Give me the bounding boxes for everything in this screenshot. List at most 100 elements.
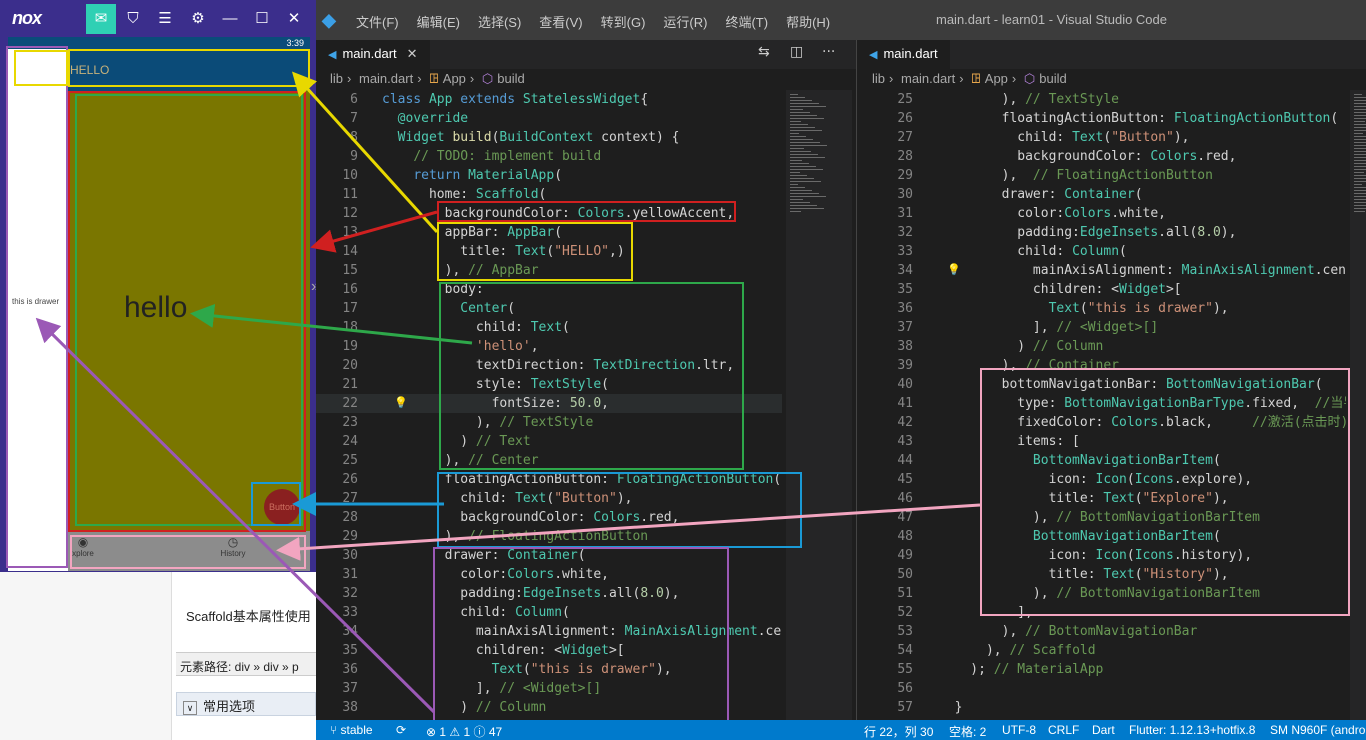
minimap-line: [1354, 109, 1366, 110]
indent-status[interactable]: 空格: 2: [949, 723, 986, 740]
code-text: }: [939, 700, 963, 715]
menu-go[interactable]: 转到(G): [601, 12, 646, 31]
line-number: 36: [342, 662, 358, 677]
line-number: 29: [342, 529, 358, 544]
common-options-bar[interactable]: ∨ 常用选项: [176, 692, 316, 716]
breadcrumb-class[interactable]: App: [443, 71, 466, 86]
menu-selection[interactable]: 选择(S): [478, 12, 521, 31]
tab-label: main.dart: [342, 46, 397, 61]
line-number: 11: [342, 187, 358, 202]
line-number: 26: [897, 111, 913, 126]
lightbulb-icon[interactable]: 💡: [947, 263, 961, 276]
code-line[interactable]: 34 mainAxisAlignment: MainAxisAlignment.…: [857, 261, 1346, 280]
tab-label: main.dart: [883, 46, 938, 61]
language-status[interactable]: Dart: [1092, 723, 1115, 737]
compare-icon[interactable]: ⇆: [758, 44, 770, 60]
problems-status[interactable]: ⊗ 1 ⚠ 1 ⓘ 47: [426, 723, 502, 740]
minimap-line: [790, 154, 818, 155]
menu-icon[interactable]: ☰: [150, 4, 180, 34]
mail-icon[interactable]: ✉: [86, 4, 116, 34]
gear-icon[interactable]: ⚙: [183, 4, 213, 34]
flutter-version-status[interactable]: Flutter: 1.12.13+hotfix.8: [1129, 723, 1255, 737]
sync-icon[interactable]: ⟳: [396, 723, 406, 737]
code-text: ); // MaterialApp: [939, 662, 1104, 677]
left-minimap[interactable]: [786, 90, 852, 720]
breadcrumb-class[interactable]: App: [985, 71, 1008, 86]
code-line[interactable]: 37 ], // <Widget>[]: [857, 318, 1346, 337]
minimap-line: [790, 163, 809, 164]
code-box-fab: [437, 472, 802, 548]
minimap-line: [1354, 187, 1366, 188]
minimap-line: [1354, 154, 1366, 155]
code-line[interactable]: 56: [857, 679, 1346, 698]
code-line[interactable]: 55 ); // MaterialApp: [857, 660, 1346, 679]
minimap-line: [1354, 94, 1362, 95]
branch-status[interactable]: ⑂ stable: [330, 723, 373, 737]
breadcrumb-method[interactable]: build: [1039, 71, 1066, 86]
menu-edit[interactable]: 编辑(E): [417, 12, 460, 31]
code-line[interactable]: 25 ), // TextStyle: [857, 90, 1346, 109]
restore-icon[interactable]: ☐: [247, 4, 277, 34]
menu-run[interactable]: 运行(R): [663, 12, 707, 31]
menu-view[interactable]: 查看(V): [539, 12, 582, 31]
code-text: backgroundColor: Colors.red,: [939, 149, 1237, 164]
code-line[interactable]: 35 children: <Widget>[: [857, 280, 1346, 299]
tab-main-dart-left[interactable]: ◀ main.dart ✕: [316, 40, 430, 69]
minimap-line: [790, 199, 803, 200]
code-line[interactable]: 53 ), // BottomNavigationBar: [857, 622, 1346, 641]
code-line[interactable]: 30 drawer: Container(: [857, 185, 1346, 204]
menu-terminal[interactable]: 终端(T): [725, 12, 768, 31]
code-line[interactable]: 54 ), // Scaffold: [857, 641, 1346, 660]
code-line[interactable]: 57 }: [857, 698, 1346, 717]
code-line[interactable]: 36 Text("this is drawer"),: [857, 299, 1346, 318]
code-line[interactable]: 32 padding:EdgeInsets.all(8.0),: [857, 223, 1346, 242]
close-icon[interactable]: ✕: [279, 4, 309, 34]
code-line[interactable]: 7 @override: [316, 109, 782, 128]
line-number: 42: [897, 415, 913, 430]
breadcrumb-file[interactable]: main.dart: [901, 71, 955, 86]
right-minimap[interactable]: [1350, 90, 1366, 720]
menu-help[interactable]: 帮助(H): [786, 12, 830, 31]
breadcrumb-method[interactable]: build: [497, 71, 524, 86]
code-line[interactable]: 9 // TODO: implement build: [316, 147, 782, 166]
chevron-down-icon[interactable]: ∨: [183, 700, 197, 715]
split-editor-icon[interactable]: ◫: [790, 44, 803, 60]
appbar-highlight-box: [68, 49, 310, 87]
menu-file[interactable]: 文件(F): [356, 12, 399, 31]
shirt-icon[interactable]: ⛉: [118, 4, 148, 34]
code-text: class App extends StatelessWidget{: [382, 92, 649, 107]
line-number: 27: [897, 130, 913, 145]
minimap-line: [1354, 142, 1366, 143]
more-actions-icon[interactable]: ···: [822, 44, 835, 60]
encoding-status[interactable]: UTF-8: [1002, 723, 1036, 737]
minimize-icon[interactable]: —: [215, 4, 245, 34]
minimap-line: [790, 190, 812, 191]
code-line[interactable]: 10 return MaterialApp(: [316, 166, 782, 185]
cursor-position[interactable]: 行 22，列 30: [864, 723, 933, 740]
minimap-line: [790, 187, 805, 188]
tab-main-dart-right[interactable]: ◀ main.dart: [857, 40, 950, 69]
code-line[interactable]: 33 child: Column(: [857, 242, 1346, 261]
title-bar: ◆ 文件(F) 编辑(E) 选择(S) 查看(V) 转到(G) 运行(R) 终端…: [316, 0, 1366, 40]
code-line[interactable]: 26 floatingActionButton: FloatingActionB…: [857, 109, 1346, 128]
breadcrumb-lib[interactable]: lib: [330, 71, 343, 86]
close-tab-icon[interactable]: ✕: [407, 46, 418, 61]
code-line[interactable]: 6 class App extends StatelessWidget{: [316, 90, 782, 109]
minimap-line: [1354, 130, 1366, 131]
code-line[interactable]: 38 ) // Column: [857, 337, 1346, 356]
nox-logo: nox: [12, 8, 42, 28]
line-number: 34: [897, 263, 913, 278]
minimap-line: [790, 151, 811, 152]
breadcrumb-lib[interactable]: lib: [872, 71, 885, 86]
eol-status[interactable]: CRLF: [1048, 723, 1079, 737]
breadcrumb-file[interactable]: main.dart: [359, 71, 413, 86]
code-line[interactable]: 27 child: Text("Button"),: [857, 128, 1346, 147]
code-line[interactable]: 8 Widget build(BuildContext context) {: [316, 128, 782, 147]
device-status[interactable]: SM N960F (android: [1270, 723, 1366, 737]
minimap-line: [790, 94, 798, 95]
code-line[interactable]: 29 ), // FloatingActionButton: [857, 166, 1346, 185]
lightbulb-icon[interactable]: 💡: [394, 396, 408, 409]
code-line[interactable]: 28 backgroundColor: Colors.red,: [857, 147, 1346, 166]
line-number: 31: [897, 206, 913, 221]
code-line[interactable]: 31 color:Colors.white,: [857, 204, 1346, 223]
